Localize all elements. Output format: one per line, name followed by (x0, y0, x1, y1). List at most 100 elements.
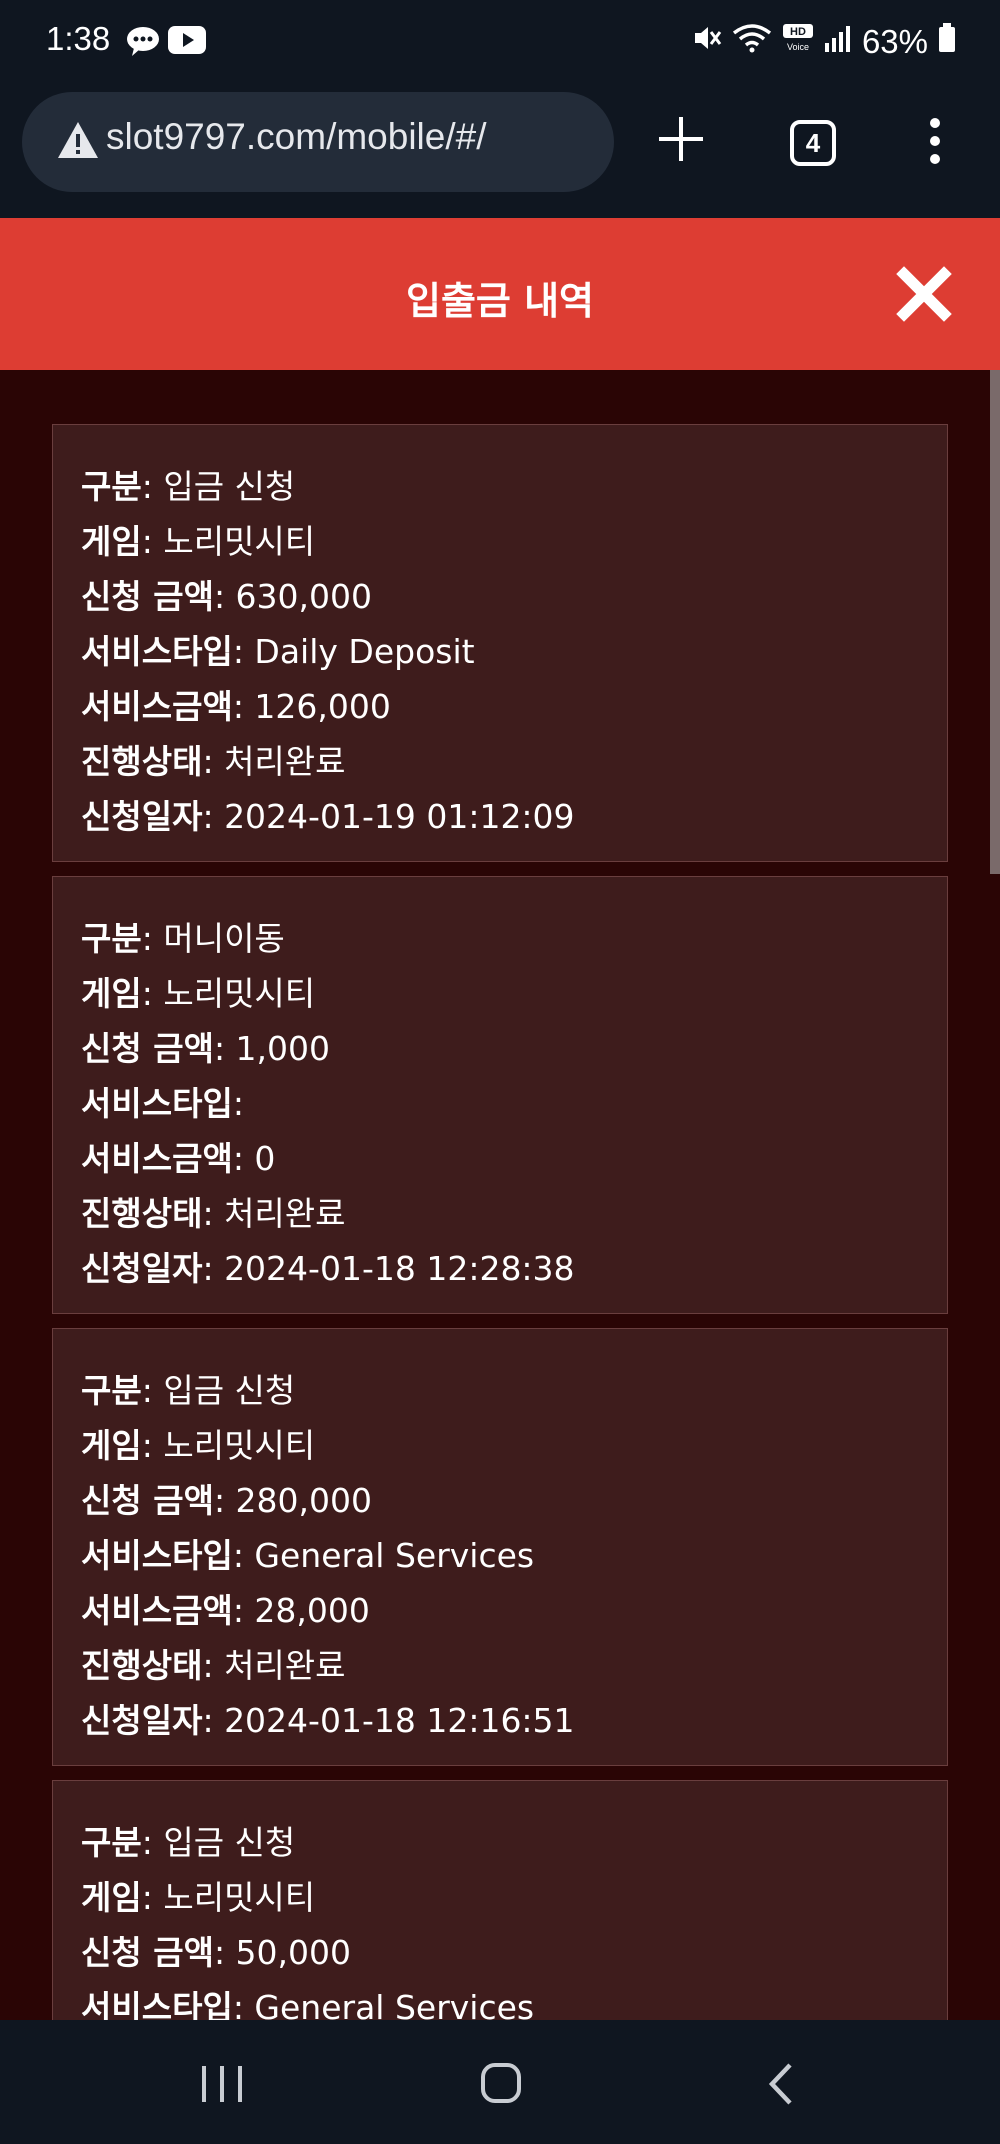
record-service-type-row: 서비스타입: (81, 1084, 244, 1123)
label: 서비스타입 (81, 1988, 233, 2020)
value: 126,000 (254, 687, 391, 726)
record-game-row: 게임: 노리밋시티 (81, 1426, 316, 1465)
hd-voice-icon: HD Voice (782, 22, 814, 62)
transaction-card: 구분: 입금 신청 게임: 노리밋시티 신청 금액: 280,000 서비스타입… (52, 1328, 948, 1766)
scrollbar[interactable] (990, 370, 1000, 874)
label: 게임 (81, 974, 142, 1013)
label: 구분 (81, 467, 142, 506)
label: 서비스타입 (81, 632, 233, 671)
value: 노리밋시티 (163, 522, 316, 561)
label: 신청 금액 (81, 1933, 214, 1972)
browser-toolbar: slot9797.com/mobile/#/ 4 (0, 88, 1000, 218)
value: 노리밋시티 (163, 1426, 316, 1465)
label: 서비스타입 (81, 1536, 233, 1575)
address-bar[interactable]: slot9797.com/mobile/#/ (22, 92, 614, 192)
record-amount-row: 신청 금액: 280,000 (81, 1481, 373, 1520)
modal-header: 입출금 내역 (0, 218, 1000, 370)
label: 서비스금액 (81, 1139, 233, 1178)
tabs-icon[interactable]: 4 (790, 120, 836, 166)
record-game-row: 게임: 노리밋시티 (81, 1878, 316, 1917)
label: 구분 (81, 1823, 142, 1862)
label: 서비스금액 (81, 687, 233, 726)
value: 280,000 (235, 1481, 373, 1520)
svg-text:HD: HD (790, 26, 806, 38)
modal-title: 입출금 내역 (405, 279, 595, 323)
system-nav-bar (0, 2020, 1000, 2144)
record-service-amount-row: 서비스금액: 126,000 (81, 687, 391, 726)
label: 진행상태 (81, 1646, 203, 1685)
label: 신청일자 (81, 1701, 203, 1740)
value: General Services (254, 1536, 535, 1575)
label: 게임 (81, 1878, 142, 1917)
value: General Services (254, 1988, 535, 2020)
label: 서비스타입 (81, 1084, 233, 1123)
record-game-row: 게임: 노리밋시티 (81, 974, 316, 1013)
record-amount-row: 신청 금액: 50,000 (81, 1933, 352, 1972)
transaction-list[interactable]: 구분: 입금 신청 게임: 노리밋시티 신청 금액: 630,000 서비스타입… (0, 370, 1000, 2020)
record-status-row: 진행상태: 처리완료 (81, 742, 346, 781)
transaction-card: 구분: 입금 신청 게임: 노리밋시티 신청 금액: 630,000 서비스타입… (52, 424, 948, 862)
signal-icon (824, 23, 852, 61)
label: 진행상태 (81, 1194, 203, 1233)
record-status-row: 진행상태: 처리완료 (81, 1646, 346, 1685)
record-service-type-row: 서비스타입: Daily Deposit (81, 632, 475, 671)
label: 신청 금액 (81, 1029, 214, 1068)
record-service-amount-row: 서비스금액: 0 (81, 1139, 276, 1178)
value: Daily Deposit (254, 632, 475, 671)
record-type-row: 구분: 입금 신청 (81, 1823, 296, 1862)
close-icon[interactable] (896, 266, 952, 322)
label: 진행상태 (81, 742, 203, 781)
transaction-card: 구분: 입금 신청 게임: 노리밋시티 신청 금액: 50,000 서비스타입:… (52, 1780, 948, 2020)
svg-text:Voice: Voice (787, 42, 809, 52)
value: 입금 신청 (163, 1823, 296, 1862)
value: 2024-01-18 12:28:38 (224, 1249, 575, 1288)
home-icon[interactable] (480, 2062, 522, 2108)
record-amount-row: 신청 금액: 630,000 (81, 577, 373, 616)
record-service-type-row: 서비스타입: General Services (81, 1536, 535, 1575)
youtube-icon (168, 26, 206, 60)
value: 처리완료 (224, 1194, 346, 1233)
battery-icon (938, 23, 956, 61)
transaction-card: 구분: 머니이동 게임: 노리밋시티 신청 금액: 1,000 서비스타입: 서… (52, 876, 948, 1314)
label: 신청일자 (81, 1249, 203, 1288)
record-type-row: 구분: 입금 신청 (81, 467, 296, 506)
wifi-icon (732, 23, 772, 61)
value: 2024-01-18 12:16:51 (224, 1701, 575, 1740)
message-icon (126, 26, 160, 60)
value: 2024-01-19 01:12:09 (224, 797, 575, 836)
value: 0 (254, 1139, 276, 1178)
record-type-row: 구분: 입금 신청 (81, 1371, 296, 1410)
record-date-row: 신청일자: 2024-01-18 12:28:38 (81, 1249, 575, 1288)
plus-icon[interactable] (656, 114, 706, 164)
record-service-amount-row: 서비스금액: 28,000 (81, 1591, 370, 1630)
back-icon[interactable] (766, 2062, 796, 2110)
value: 처리완료 (224, 742, 346, 781)
value: 노리밋시티 (163, 974, 316, 1013)
record-service-type-row: 서비스타입: General Services (81, 1980, 919, 2020)
mute-icon (692, 23, 722, 61)
value: 처리완료 (224, 1646, 346, 1685)
value: 노리밋시티 (163, 1878, 316, 1917)
value: 50,000 (235, 1933, 352, 1972)
record-status-row: 진행상태: 처리완료 (81, 1194, 346, 1233)
label: 신청일자 (81, 797, 203, 836)
record-amount-row: 신청 금액: 1,000 (81, 1029, 331, 1068)
status-time: 1:38 (46, 20, 111, 57)
record-type-row: 구분: 머니이동 (81, 919, 285, 958)
label: 신청 금액 (81, 577, 214, 616)
label: 구분 (81, 1371, 142, 1410)
more-menu-icon[interactable] (920, 116, 950, 166)
status-bar: 1:38 HD Voice 63% (0, 0, 1000, 88)
label: 신청 금액 (81, 1481, 214, 1520)
label: 구분 (81, 919, 142, 958)
record-game-row: 게임: 노리밋시티 (81, 522, 316, 561)
warning-icon[interactable] (56, 120, 100, 164)
record-date-row: 신청일자: 2024-01-19 01:12:09 (81, 797, 575, 836)
url-text: slot9797.com/mobile/#/ (106, 116, 487, 157)
recent-apps-icon[interactable] (200, 2064, 244, 2108)
label: 게임 (81, 1426, 142, 1465)
value: 입금 신청 (163, 1371, 296, 1410)
value: 630,000 (235, 577, 373, 616)
value: 28,000 (254, 1591, 370, 1630)
label: 게임 (81, 522, 142, 561)
